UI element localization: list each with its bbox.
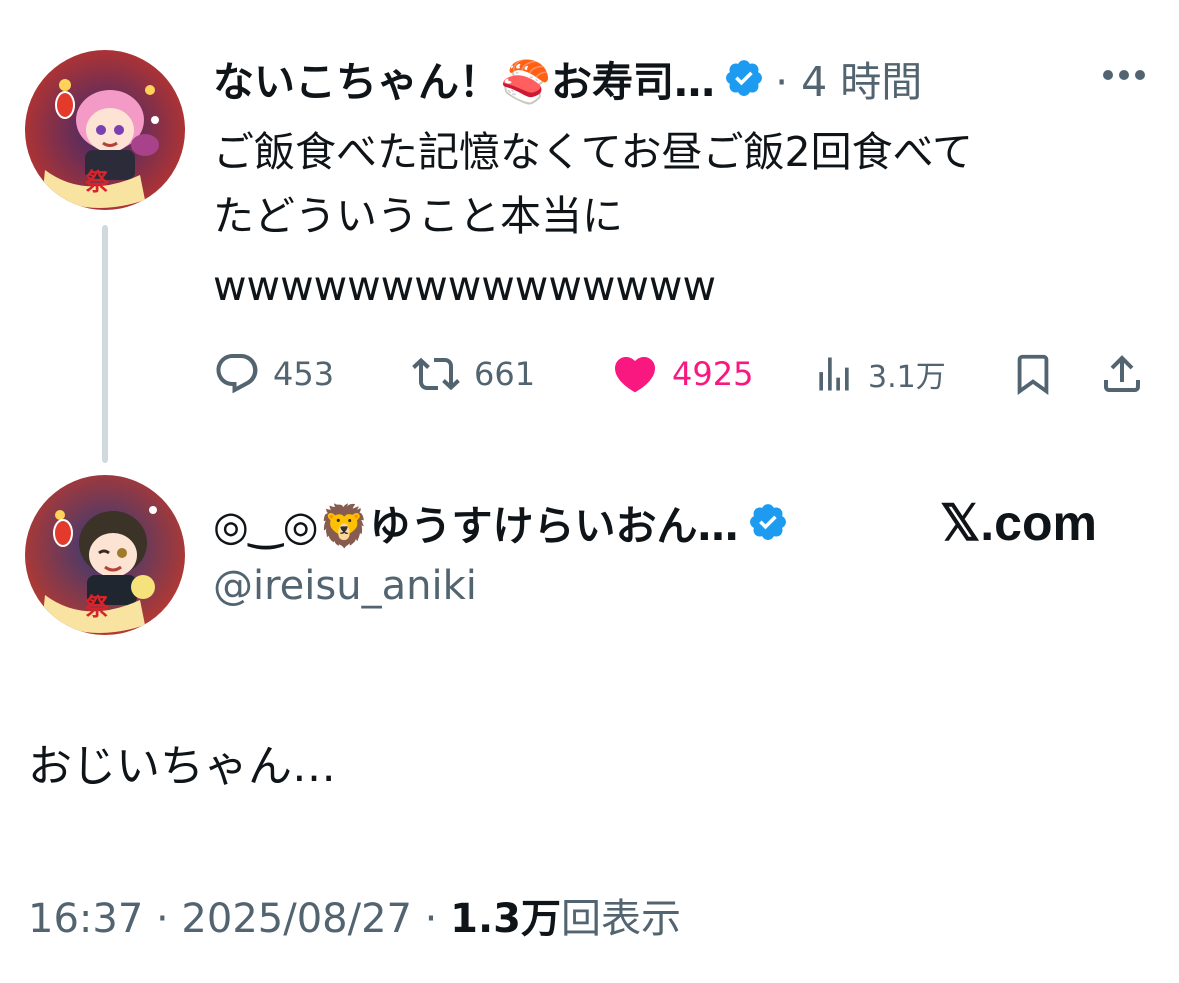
tweet2-meta-line: 16:37 · 2025/08/27 · 1.3万回表示 xyxy=(28,886,681,944)
thread-connector-line xyxy=(102,225,108,463)
tweet1-time[interactable]: · 4 時間 xyxy=(775,48,922,108)
avatar-image: 祭 xyxy=(25,475,185,635)
tweet2-author-row[interactable]: ◎‿◎🦁ゆうすけらいおん… xyxy=(213,494,789,550)
reply-icon xyxy=(213,350,261,398)
tweet2-display-name[interactable]: ◎‿◎🦁ゆうすけらいおん… xyxy=(213,492,739,552)
tweet2-text: おじいちゃん… xyxy=(28,741,336,792)
retweet-icon xyxy=(410,350,462,398)
tweet1-text-line: ご飯食べた記憶なくてお昼ご飯2回食べて xyxy=(213,128,973,176)
more-icon[interactable] xyxy=(1100,58,1148,93)
reply-count: 453 xyxy=(273,355,335,393)
tweet2-views-value: 1.3万 xyxy=(450,896,561,942)
retweet-count: 661 xyxy=(474,355,536,393)
verified-badge-icon xyxy=(723,57,765,99)
tweet1-display-name[interactable]: ないこちゃん！🍣お寿司… xyxy=(213,48,715,108)
retweet-button[interactable]: 661 xyxy=(410,350,535,398)
svg-text:祭: 祭 xyxy=(85,168,110,196)
views-button[interactable]: 3.1万 xyxy=(812,350,946,398)
like-button[interactable]: 4925 xyxy=(610,350,753,398)
x-com-badge: 𝕏.com xyxy=(940,495,1097,551)
views-count: 3.1万 xyxy=(868,360,946,395)
tweet2-timestamp[interactable]: 16:37 · 2025/08/27 · xyxy=(28,896,450,942)
tweet1-text: ご飯食べた記憶なくてお昼ご飯2回食べて たどういうこと本当に wwwwwwwww… xyxy=(213,120,973,318)
verified-badge-icon xyxy=(747,501,789,543)
tweet2-handle[interactable]: @ireisu_aniki xyxy=(213,563,477,609)
like-count: 4925 xyxy=(672,355,754,393)
share-icon[interactable] xyxy=(1098,350,1146,402)
tweet1-text-line: wwwwwwwwwwwwwww xyxy=(213,262,716,310)
tweet1-author-row[interactable]: ないこちゃん！🍣お寿司… · 4 時間 xyxy=(213,50,922,106)
reply-button[interactable]: 453 xyxy=(213,350,334,398)
avatar-yusuke[interactable]: 祭 xyxy=(25,475,185,635)
tweet1-text-line: たどういうこと本当に xyxy=(213,192,623,240)
tweet2-views-label: 回表示 xyxy=(560,896,681,942)
views-icon xyxy=(812,350,856,398)
like-icon xyxy=(610,350,660,398)
avatar-image: 祭 xyxy=(25,50,185,210)
bookmark-icon[interactable] xyxy=(1010,350,1056,402)
svg-text:祭: 祭 xyxy=(85,593,110,621)
avatar-naiko[interactable]: 祭 xyxy=(25,50,185,210)
